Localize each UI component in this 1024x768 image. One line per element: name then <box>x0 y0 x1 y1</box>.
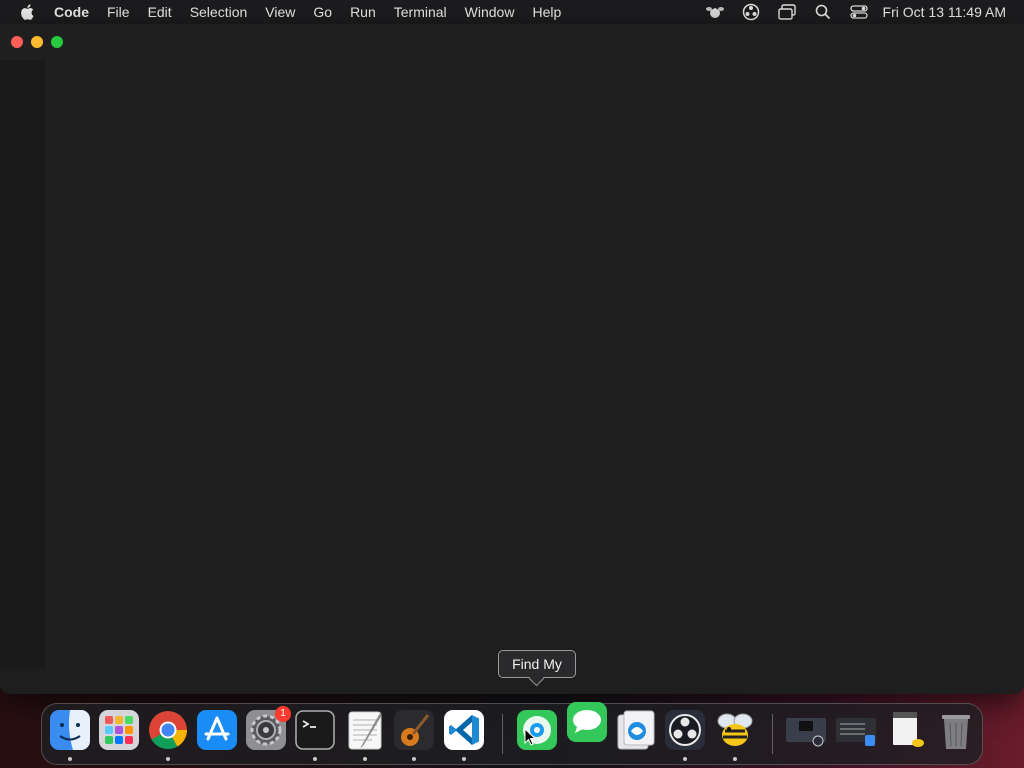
spotlight-search-icon[interactable] <box>805 0 841 24</box>
dock: 1 <box>41 701 983 765</box>
menu-window[interactable]: Window <box>456 0 524 24</box>
minimize-window-button[interactable] <box>31 36 43 48</box>
find-my-icon <box>517 710 557 750</box>
dock-minimized-window-3[interactable] <box>885 709 927 755</box>
dock-minimized-window-1[interactable] <box>785 709 827 755</box>
dock-separator <box>772 714 773 754</box>
dock-trash[interactable] <box>935 709 977 755</box>
notification-badge: 1 <box>275 706 291 722</box>
app-store-icon <box>197 710 237 750</box>
textedit-icon <box>348 711 382 750</box>
menu-file[interactable]: File <box>98 0 139 24</box>
menubar-clock[interactable]: Fri Oct 13 11:49 AM <box>877 4 1024 20</box>
dock-chrome[interactable] <box>147 709 189 761</box>
launchpad-icon <box>99 710 139 750</box>
running-indicator <box>166 757 170 761</box>
preview-icon <box>617 710 655 750</box>
document-thumbnail-icon <box>893 712 924 747</box>
app-menu-code[interactable]: Code <box>54 0 98 24</box>
menu-edit[interactable]: Edit <box>139 0 181 24</box>
mouse-cursor-icon <box>524 728 536 746</box>
terminal-icon <box>295 710 335 750</box>
menu-selection[interactable]: Selection <box>181 0 257 24</box>
vscode-icon <box>444 710 484 750</box>
window-titlebar[interactable] <box>0 24 1024 60</box>
finder-icon <box>50 710 90 750</box>
dock-obs[interactable] <box>664 709 706 761</box>
dock-minimized-window-2[interactable] <box>835 709 877 755</box>
dock-textedit[interactable] <box>344 709 386 761</box>
control-center-icon[interactable] <box>841 0 877 24</box>
dock-app-store[interactable] <box>196 709 238 755</box>
vscode-window <box>0 24 1024 694</box>
status-area: Fri Oct 13 11:49 AM <box>697 0 1024 24</box>
dock-vscode[interactable] <box>443 709 485 761</box>
dock-system-settings[interactable]: 1 <box>245 706 291 755</box>
running-indicator <box>313 757 317 761</box>
obs-icon <box>665 710 705 750</box>
dock-tooltip: Find My <box>498 650 576 678</box>
cyberduck-status-icon[interactable] <box>697 0 733 24</box>
apple-menu-icon[interactable] <box>0 4 54 20</box>
dock-separator <box>502 714 503 754</box>
running-indicator <box>462 757 466 761</box>
window-thumbnail-icon <box>836 718 876 746</box>
trash-icon <box>942 715 970 749</box>
dock-cyberduck[interactable] <box>714 709 756 761</box>
editor-area[interactable] <box>47 60 1024 668</box>
bee-icon <box>717 713 753 746</box>
dock-launchpad[interactable] <box>98 709 140 755</box>
menu-view[interactable]: View <box>256 0 304 24</box>
dock-finder[interactable] <box>49 709 91 761</box>
dock-terminal[interactable] <box>294 709 336 761</box>
menu-go[interactable]: Go <box>304 0 341 24</box>
chrome-icon <box>149 711 188 750</box>
running-indicator <box>363 757 367 761</box>
running-indicator <box>733 757 737 761</box>
guitar-icon <box>394 710 434 750</box>
running-indicator <box>68 757 72 761</box>
running-indicator <box>683 757 687 761</box>
menu-run[interactable]: Run <box>341 0 385 24</box>
activity-bar <box>0 60 47 668</box>
obs-status-icon[interactable] <box>733 0 769 24</box>
screen-mirroring-icon[interactable] <box>769 0 805 24</box>
running-indicator <box>412 757 416 761</box>
menu-terminal[interactable]: Terminal <box>385 0 456 24</box>
dock-find-my[interactable] <box>516 709 558 755</box>
close-window-button[interactable] <box>11 36 23 48</box>
dock-preview[interactable] <box>615 709 657 755</box>
menu-bar: Code File Edit Selection View Go Run Ter… <box>0 0 1024 24</box>
messages-icon <box>567 702 607 742</box>
menu-help[interactable]: Help <box>523 0 570 24</box>
maximize-window-button[interactable] <box>51 36 63 48</box>
dock-garageband[interactable] <box>393 709 435 761</box>
dock-messages[interactable] <box>566 701 608 747</box>
window-thumbnail-icon <box>786 718 826 747</box>
